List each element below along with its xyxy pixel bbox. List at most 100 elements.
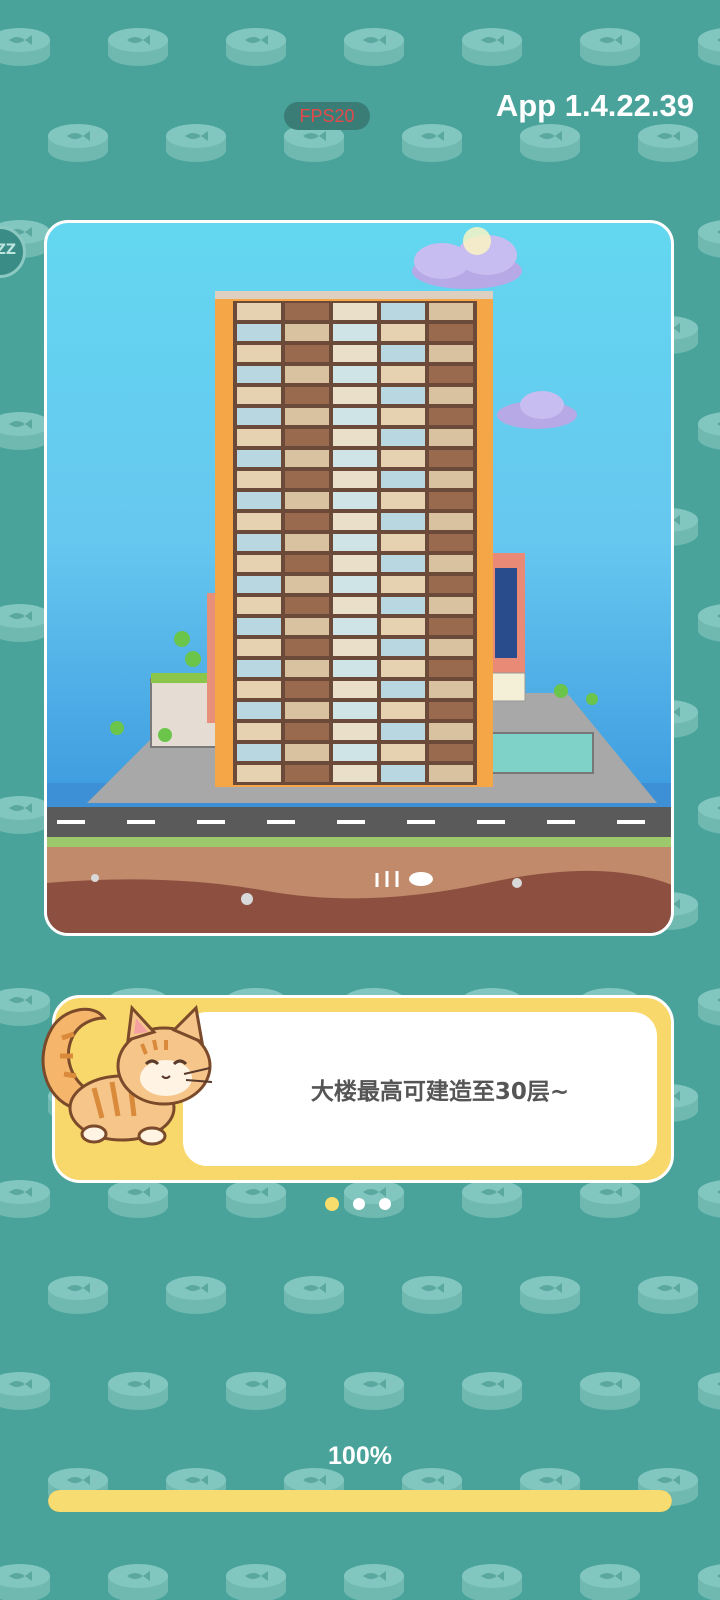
tower-room <box>333 366 377 383</box>
fish-can-icon <box>344 1372 404 1410</box>
tower-room <box>333 702 377 719</box>
tower-room <box>381 534 425 551</box>
fps-badge: FPS20 <box>284 102 370 130</box>
tower-room <box>429 513 473 530</box>
tower-room <box>285 408 329 425</box>
tower-room <box>333 723 377 740</box>
tower-room <box>333 450 377 467</box>
tower-room <box>429 765 473 782</box>
carousel-dot-1[interactable] <box>325 1197 339 1211</box>
tower-room <box>285 555 329 572</box>
fish-can-icon <box>108 28 168 66</box>
tower-room <box>285 618 329 635</box>
tower-room <box>429 387 473 404</box>
tower-room <box>333 576 377 593</box>
tower-room <box>381 639 425 656</box>
tower-room <box>285 765 329 782</box>
tower-room <box>237 429 281 446</box>
fish-can-icon <box>698 220 720 258</box>
tower-room <box>237 303 281 320</box>
carousel-dot-3[interactable] <box>379 1198 391 1210</box>
tower-room <box>237 765 281 782</box>
tower-room <box>285 576 329 593</box>
tip-text: 大楼最高可建造至30层~ <box>310 1079 570 1105</box>
tower-room <box>381 324 425 341</box>
tower-room <box>285 534 329 551</box>
tower-room <box>285 471 329 488</box>
fish-can-icon <box>226 1372 286 1410</box>
fish-can-icon <box>108 1564 168 1600</box>
tower-room <box>381 597 425 614</box>
fish-can-icon <box>0 28 50 66</box>
tower-room <box>381 345 425 362</box>
tower-room <box>333 492 377 509</box>
tower-room <box>285 450 329 467</box>
sleep-zz-icon: ZZ <box>0 242 16 258</box>
fish-can-icon <box>0 1372 50 1410</box>
fish-can-icon <box>0 412 50 450</box>
fish-can-icon <box>226 1564 286 1600</box>
app-version: App 1.4.22.39 <box>495 88 694 123</box>
loading-progress-bar <box>48 1490 672 1512</box>
tower-room <box>237 324 281 341</box>
tower-room <box>381 366 425 383</box>
fish-can-icon <box>166 1276 226 1314</box>
tower-room <box>381 492 425 509</box>
tower-room <box>333 513 377 530</box>
fish-can-icon <box>48 1276 108 1314</box>
tower-room <box>381 576 425 593</box>
tower-room <box>237 534 281 551</box>
tower-room <box>333 660 377 677</box>
tower-room <box>333 303 377 320</box>
tower-room <box>237 513 281 530</box>
fish-can-icon <box>520 124 580 162</box>
fish-can-icon <box>698 1564 720 1600</box>
tower-room <box>429 408 473 425</box>
tower-room <box>333 639 377 656</box>
fish-can-icon <box>698 412 720 450</box>
tower-room <box>333 765 377 782</box>
fish-can-icon <box>462 28 522 66</box>
tower-room <box>285 744 329 761</box>
fish-can-icon <box>698 988 720 1026</box>
tower-room <box>285 387 329 404</box>
tower-room <box>333 387 377 404</box>
tower-room <box>285 681 329 698</box>
tower-room <box>333 471 377 488</box>
fish-can-icon <box>580 28 640 66</box>
fish-can-icon <box>0 796 50 834</box>
tower-room <box>285 723 329 740</box>
carousel-dot-2[interactable] <box>353 1198 365 1210</box>
tower-room <box>429 702 473 719</box>
fish-can-icon <box>108 1372 168 1410</box>
tower-room <box>285 513 329 530</box>
tower-room <box>237 555 281 572</box>
tip-bubble: 大楼最高可建造至30层~ <box>183 1012 657 1166</box>
fish-can-icon <box>698 28 720 66</box>
tower-room <box>429 639 473 656</box>
apartment-tower <box>215 291 493 787</box>
fish-can-icon <box>520 1276 580 1314</box>
tower-room <box>285 345 329 362</box>
tower-room <box>429 618 473 635</box>
tower-room <box>237 387 281 404</box>
tower-room <box>237 681 281 698</box>
fish-can-icon <box>48 124 108 162</box>
tower-room <box>381 702 425 719</box>
tower-room <box>429 429 473 446</box>
tower-room <box>429 324 473 341</box>
tower-room <box>333 324 377 341</box>
tower-room <box>429 366 473 383</box>
fish-can-icon <box>344 1564 404 1600</box>
tower-room <box>333 681 377 698</box>
tower-room <box>285 303 329 320</box>
tower-room <box>237 450 281 467</box>
fish-can-icon <box>698 604 720 642</box>
tower-room <box>429 555 473 572</box>
tower-room <box>429 723 473 740</box>
fish-can-icon <box>402 1276 462 1314</box>
tower-room <box>333 534 377 551</box>
fish-can-icon <box>698 1372 720 1410</box>
tower-room <box>237 660 281 677</box>
fish-can-icon <box>698 796 720 834</box>
